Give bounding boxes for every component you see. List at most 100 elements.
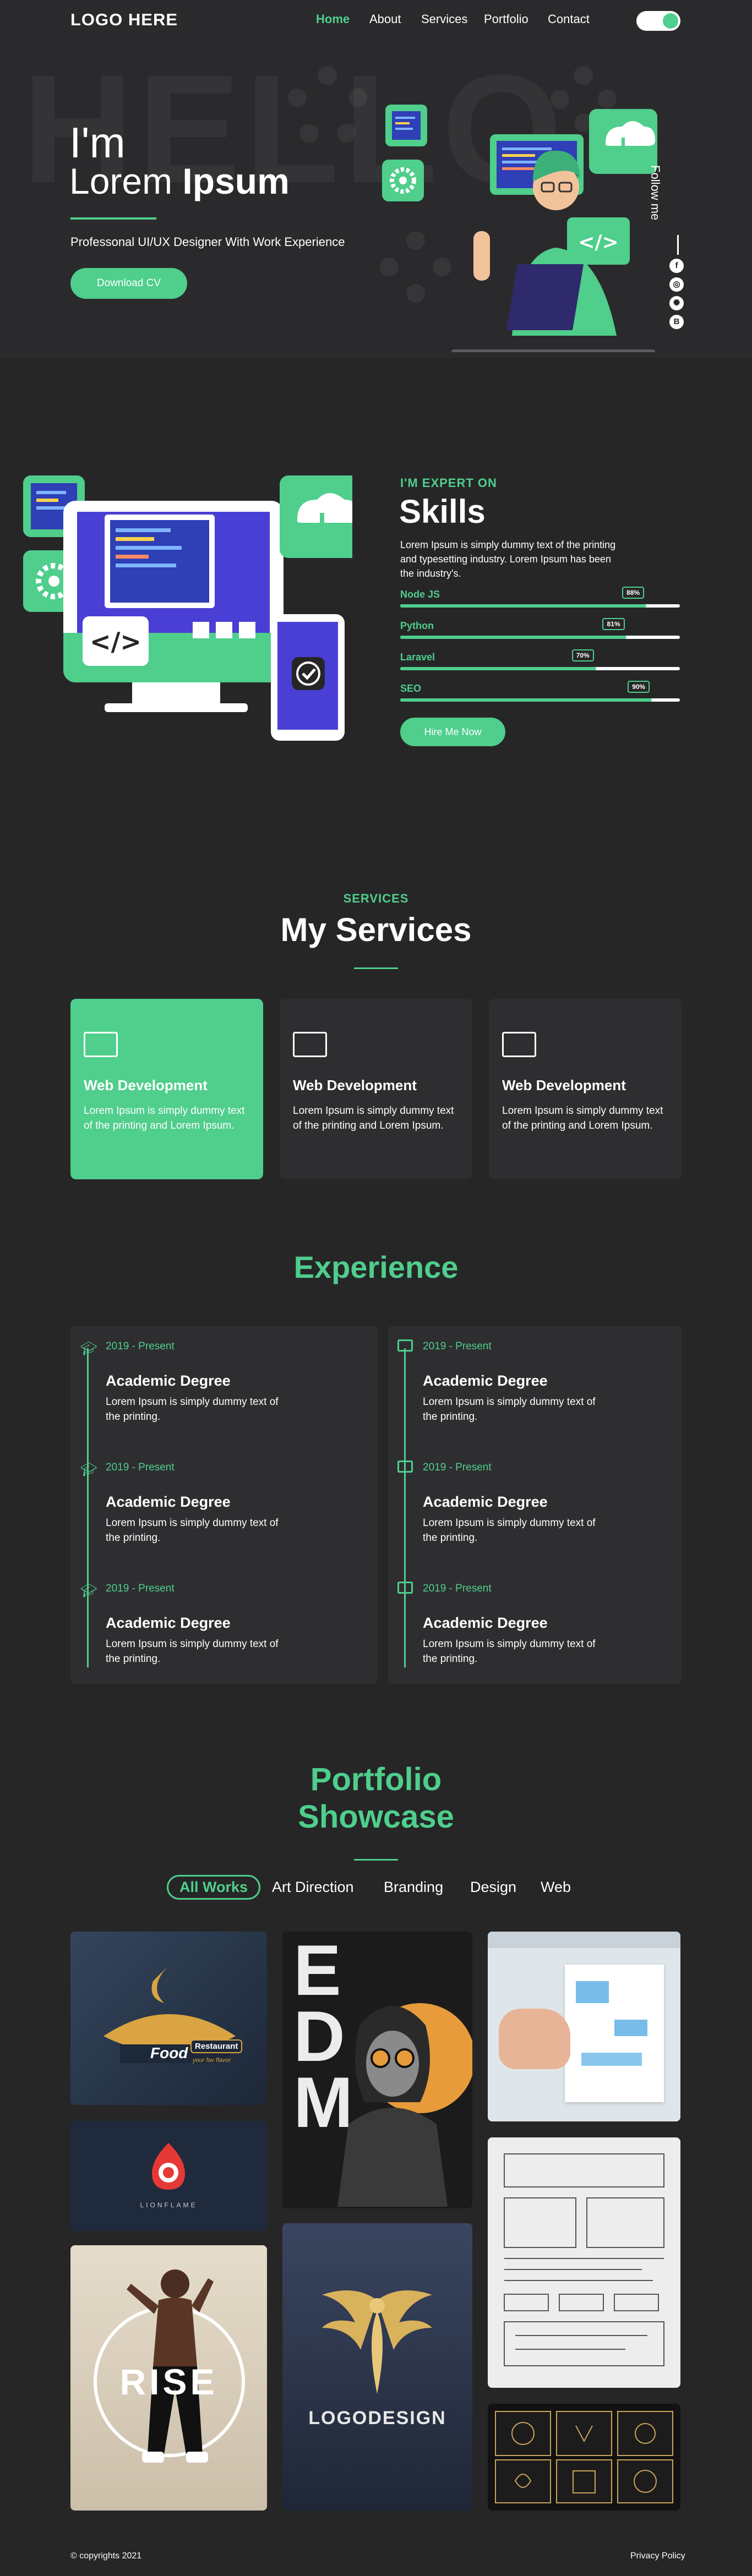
paper-block bbox=[576, 1981, 609, 2003]
portfolio-tile-edm[interactable]: E D M bbox=[282, 1932, 472, 2208]
hero-illustration: </> bbox=[382, 105, 657, 355]
skill-name: Python bbox=[400, 620, 434, 631]
filter-design[interactable]: Design bbox=[470, 1879, 516, 1896]
service-card-title: Web Development bbox=[293, 1077, 417, 1093]
services-eyebrow: SERVICES bbox=[343, 892, 409, 905]
skills-illustration: </> bbox=[23, 475, 352, 741]
hero-greeting: I'm bbox=[69, 118, 126, 167]
briefcase-icon bbox=[397, 1339, 413, 1352]
lion-flame-icon bbox=[152, 2143, 185, 2190]
social-divider bbox=[677, 235, 679, 255]
skill-percent-badge: 88% bbox=[622, 587, 645, 599]
exp-date: 2019 - Present bbox=[106, 1462, 175, 1473]
skills-description: Lorem Ipsum is simply dummy text of the … bbox=[400, 539, 616, 579]
experience-title: Experience bbox=[293, 1250, 459, 1284]
service-card[interactable]: Web Development Lorem Ipsum is simply du… bbox=[70, 999, 263, 1179]
exp-desc: Lorem Ipsum is simply dummy text of the … bbox=[106, 1396, 279, 1423]
service-card[interactable]: Web Development Lorem Ipsum is simply du… bbox=[489, 999, 682, 1179]
skill-name: Laravel bbox=[400, 652, 435, 663]
service-card-desc: Lorem Ipsum is simply dummy text of the … bbox=[293, 1105, 454, 1131]
portfolio-tile-whiteboard[interactable] bbox=[488, 1932, 680, 2121]
skill-track bbox=[400, 698, 680, 702]
edm-portrait bbox=[337, 2006, 448, 2207]
exp-date: 2019 - Present bbox=[423, 1583, 492, 1594]
skill-fill bbox=[400, 604, 647, 608]
filter-web[interactable]: Web bbox=[541, 1879, 571, 1896]
hire-me-button[interactable]: Hire Me Now bbox=[400, 718, 505, 746]
hero-underline bbox=[70, 217, 156, 220]
exp-desc: Lorem Ipsum is simply dummy text of the … bbox=[423, 1396, 596, 1423]
nav-link-about[interactable]: About bbox=[369, 12, 401, 26]
service-card[interactable]: Web Development Lorem Ipsum is simply du… bbox=[280, 999, 472, 1179]
exp-desc: Lorem Ipsum is simply dummy text of the … bbox=[423, 1517, 596, 1544]
hero-name-last: Ipsum bbox=[182, 161, 290, 201]
filter-branding[interactable]: Branding bbox=[384, 1879, 443, 1896]
rail bbox=[488, 1932, 680, 1948]
skill-percent-badge: 70% bbox=[571, 649, 594, 661]
services-underline bbox=[354, 967, 398, 969]
food-brand: Food bbox=[150, 2044, 188, 2061]
service-card-title: Web Development bbox=[502, 1077, 626, 1093]
skills-title: Skills bbox=[399, 493, 486, 530]
skill-track bbox=[400, 604, 680, 608]
filter-all-works[interactable]: All Works bbox=[167, 1875, 261, 1900]
graduation-cap-icon: 🎓︎ bbox=[80, 1341, 97, 1356]
portfolio-tile-wireframe[interactable] bbox=[488, 2137, 680, 2388]
instagram-icon[interactable]: ◎ bbox=[669, 277, 684, 292]
filter-art-direction[interactable]: Art Direction bbox=[272, 1879, 354, 1896]
timeline-line bbox=[404, 1348, 406, 1667]
service-card-desc: Lorem Ipsum is simply dummy text of the … bbox=[502, 1105, 663, 1131]
nav-link-contact[interactable]: Contact bbox=[548, 12, 590, 26]
wireframe-sketch bbox=[504, 2153, 664, 2366]
site-logo[interactable]: LOGO HERE bbox=[70, 10, 178, 30]
skill-fill bbox=[400, 698, 652, 702]
svg-text:</>: </> bbox=[578, 231, 618, 254]
nav-link-services[interactable]: Services bbox=[421, 12, 467, 26]
services-title: My Services bbox=[280, 911, 472, 948]
hero-tagline: Professonal UI/UX Designer With Work Exp… bbox=[70, 235, 345, 249]
follow-me-label: Follow me bbox=[649, 165, 662, 221]
paper-sheet bbox=[565, 1965, 664, 2102]
copyright: © copyrights 2021 bbox=[70, 2551, 142, 2561]
dribbble-icon[interactable]: ✺ bbox=[669, 296, 684, 310]
toggle-knob bbox=[663, 13, 678, 29]
portfolio-underline bbox=[354, 1859, 398, 1861]
exp-title: Academic Degree bbox=[423, 1372, 548, 1389]
skill-percent-badge: 81% bbox=[602, 618, 625, 630]
skill-name: SEO bbox=[400, 683, 422, 694]
portfolio-tile-lionflame[interactable]: LIONFLAME bbox=[70, 2121, 267, 2231]
exp-title: Academic Degree bbox=[423, 1494, 548, 1510]
portfolio-tile-rise[interactable]: RISE bbox=[70, 2245, 267, 2511]
gear-bg-icon bbox=[286, 66, 369, 149]
portfolio-tile-food[interactable]: Food Restaurant your fav flavor bbox=[70, 1932, 267, 2105]
skill-fill bbox=[400, 667, 596, 670]
exp-date: 2019 - Present bbox=[423, 1341, 492, 1352]
theme-toggle[interactable] bbox=[636, 11, 680, 31]
exp-desc: Lorem Ipsum is simply dummy text of the … bbox=[106, 1638, 279, 1665]
facebook-icon[interactable]: f bbox=[669, 259, 684, 273]
sitemap-icon bbox=[293, 1032, 327, 1057]
exp-desc: Lorem Ipsum is simply dummy text of the … bbox=[106, 1517, 279, 1544]
exp-title: Academic Degree bbox=[106, 1494, 231, 1510]
skill-fill bbox=[400, 636, 627, 639]
privacy-policy-link[interactable]: Privacy Policy bbox=[630, 2551, 685, 2561]
behance-icon[interactable]: B bbox=[669, 315, 684, 329]
exp-date: 2019 - Present bbox=[423, 1462, 492, 1473]
portfolio-tile-logodesign[interactable]: LOGODESIGN bbox=[282, 2223, 472, 2511]
food-sub: your fav flavor bbox=[193, 2057, 231, 2064]
skill-percent-badge: 90% bbox=[628, 681, 650, 693]
nav-link-home[interactable]: Home bbox=[316, 12, 350, 26]
download-cv-button[interactable]: Download CV bbox=[70, 268, 187, 299]
exp-date: 2019 - Present bbox=[106, 1341, 175, 1352]
portfolio-tile-logo-grid[interactable] bbox=[488, 2404, 680, 2511]
portfolio-title: Portfolio Showcase bbox=[0, 1761, 752, 1836]
exp-desc: Lorem Ipsum is simply dummy text of the … bbox=[423, 1638, 596, 1665]
food-logo-graphic bbox=[103, 1965, 236, 2063]
service-card-desc: Lorem Ipsum is simply dummy text of the … bbox=[84, 1105, 245, 1131]
briefcase-icon bbox=[397, 1461, 413, 1473]
skill-track bbox=[400, 636, 680, 639]
briefcase-icon bbox=[397, 1582, 413, 1594]
graduation-cap-icon: 🎓︎ bbox=[80, 1583, 97, 1598]
nav-link-portfolio[interactable]: Portfolio bbox=[484, 12, 528, 26]
timeline-line bbox=[87, 1348, 89, 1667]
